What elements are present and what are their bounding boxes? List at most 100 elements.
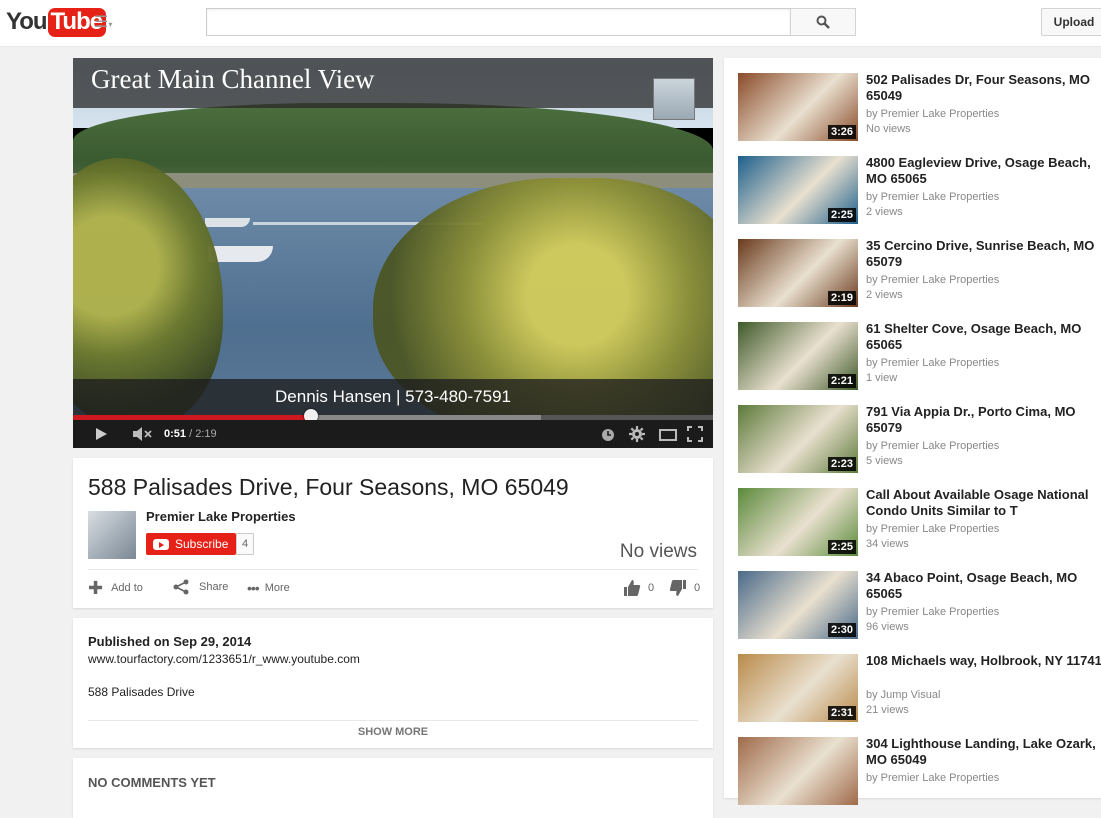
add-to-label: Add to	[111, 582, 143, 594]
related-video-channel: by Premier Lake Properties	[866, 191, 1000, 203]
related-video-thumbnail[interactable]: 2:25	[738, 156, 858, 224]
video-duration: 3:26	[827, 125, 856, 139]
video-boat	[205, 218, 250, 227]
related-video-channel: by Premier Lake Properties	[866, 523, 1000, 535]
related-video-item[interactable]: 2:23 791 Via Appia Dr., Porto Cima, MO 65…	[738, 404, 1101, 475]
related-video-item[interactable]: 2:19 35 Cercino Drive, Sunrise Beach, MO …	[738, 238, 1101, 309]
share-button[interactable]: Share	[173, 579, 228, 595]
related-video-views: 96 views	[866, 621, 909, 633]
play-icon[interactable]	[93, 426, 109, 442]
search-button[interactable]	[790, 8, 856, 36]
search-input[interactable]	[206, 8, 791, 36]
youtube-logo[interactable]: You Tube	[6, 7, 107, 37]
related-video-views: 2 views	[866, 206, 903, 218]
video-duration: 2:25	[827, 208, 856, 222]
add-to-button[interactable]: ✚ Add to	[88, 579, 143, 597]
overlay-title: Great Main Channel View	[91, 64, 375, 94]
theater-mode-icon[interactable]	[659, 427, 677, 443]
related-video-title[interactable]: 791 Via Appia Dr., Porto Cima, MO 65079	[866, 404, 1101, 436]
thumbs-down-icon	[669, 580, 686, 596]
related-video-channel: by Premier Lake Properties	[866, 606, 1000, 618]
channel-watermark[interactable]	[653, 78, 695, 120]
related-video-thumbnail[interactable]	[738, 737, 858, 805]
caption-bar: Dennis Hansen | 573-480-7591	[73, 379, 713, 415]
fullscreen-icon[interactable]	[687, 426, 703, 442]
like-count: 0	[648, 582, 655, 594]
related-video-thumbnail[interactable]: 2:21	[738, 322, 858, 390]
comments-card: NO COMMENTS YET	[73, 758, 713, 818]
related-video-views: 34 views	[866, 538, 909, 550]
description-link[interactable]: www.tourfactory.com/1233651/r_www.youtub…	[88, 652, 360, 666]
share-icon	[173, 579, 189, 595]
video-duration: 2:21	[827, 374, 856, 388]
subscribe-button[interactable]: Subscribe	[146, 533, 237, 555]
related-video-title[interactable]: 304 Lighthouse Landing, Lake Ozark, MO 6…	[866, 736, 1101, 768]
masthead: You Tube ☰▾ Upload	[0, 0, 1101, 47]
description-card: Published on Sep 29, 2014 www.tourfactor…	[73, 618, 713, 748]
upload-button[interactable]: Upload	[1041, 8, 1101, 36]
related-video-thumbnail[interactable]: 2:31	[738, 654, 858, 722]
related-video-channel: by Premier Lake Properties	[866, 357, 1000, 369]
related-video-item[interactable]: 2:30 34 Abaco Point, Osage Beach, MO 6506…	[738, 570, 1101, 641]
thumbs-up-icon	[624, 580, 641, 596]
related-video-thumbnail[interactable]: 2:23	[738, 405, 858, 473]
related-video-item[interactable]: 2:25 4800 Eagleview Drive, Osage Beach, M…	[738, 155, 1101, 226]
duration: / 2:19	[189, 428, 217, 440]
related-video-item[interactable]: 2:31 108 Michaels way, Holbrook, NY 11741…	[738, 653, 1101, 724]
video-title: 588 Palisades Drive, Four Seasons, MO 65…	[88, 474, 569, 500]
related-videos-sidebar: 3:26 502 Palisades Dr, Four Seasons, MO 6…	[724, 58, 1101, 805]
related-video-thumbnail[interactable]: 2:30	[738, 571, 858, 639]
video-duration: 2:23	[827, 457, 856, 471]
logo-you: You	[6, 8, 48, 35]
related-video-views: 2 views	[866, 289, 903, 301]
description-text: 588 Palisades Drive	[88, 685, 195, 699]
show-more-button[interactable]: SHOW MORE	[73, 726, 713, 738]
current-time: 0:51	[164, 428, 187, 440]
channel-name[interactable]: Premier Lake Properties	[146, 509, 296, 524]
settings-gear-icon[interactable]	[629, 426, 645, 442]
related-video-channel: by Jump Visual	[866, 689, 941, 701]
related-video-title[interactable]: 35 Cercino Drive, Sunrise Beach, MO 6507…	[866, 238, 1101, 270]
video-duration: 2:30	[827, 623, 856, 637]
related-video-thumbnail[interactable]: 3:26	[738, 73, 858, 141]
more-button[interactable]: ••• More	[247, 579, 290, 597]
guide-menu-icon[interactable]: ☰▾	[94, 15, 120, 31]
watch-later-icon[interactable]	[601, 427, 615, 443]
related-video-channel: by Premier Lake Properties	[866, 108, 1000, 120]
view-count: No views	[619, 541, 697, 562]
related-video-title[interactable]: 502 Palisades Dr, Four Seasons, MO 65049	[866, 72, 1101, 104]
mute-icon[interactable]	[131, 426, 153, 442]
divider	[88, 720, 698, 721]
related-video-item[interactable]: 2:21 61 Shelter Cove, Osage Beach, MO 650…	[738, 321, 1101, 392]
related-video-title[interactable]: 4800 Eagleview Drive, Osage Beach, MO 65…	[866, 155, 1101, 187]
player-controls: 0:51 / 2:19	[73, 420, 713, 448]
related-video-views: 21 views	[866, 704, 909, 716]
dislike-count: 0	[694, 582, 701, 594]
related-video-title[interactable]: Call About Available Osage National Cond…	[866, 487, 1101, 519]
related-video-item[interactable]: 304 Lighthouse Landing, Lake Ozark, MO 6…	[738, 736, 1101, 807]
video-duration: 2:25	[827, 540, 856, 554]
related-video-title[interactable]: 108 Michaels way, Holbrook, NY 11741	[866, 653, 1101, 669]
related-video-title[interactable]: 34 Abaco Point, Osage Beach, MO 65065	[866, 570, 1101, 602]
video-frame[interactable]: Great Main Channel View Dennis Hansen | …	[73, 58, 713, 418]
video-player[interactable]: Great Main Channel View Dennis Hansen | …	[73, 58, 713, 448]
more-label: More	[264, 582, 290, 594]
related-video-channel: by Premier Lake Properties	[866, 274, 1000, 286]
related-video-thumbnail[interactable]: 2:25	[738, 488, 858, 556]
related-video-item[interactable]: 3:26 502 Palisades Dr, Four Seasons, MO 6…	[738, 72, 1101, 143]
plus-icon: ✚	[88, 578, 104, 598]
dislike-button[interactable]: 0	[669, 579, 700, 597]
more-dots-icon: •••	[247, 580, 260, 596]
related-video-thumbnail[interactable]: 2:19	[738, 239, 858, 307]
related-video-item[interactable]: 2:25 Call About Available Osage National …	[738, 487, 1101, 558]
overlay-title-banner: Great Main Channel View	[73, 58, 713, 108]
related-video-title[interactable]: 61 Shelter Cove, Osage Beach, MO 65065	[866, 321, 1101, 353]
like-button[interactable]: 0	[623, 579, 654, 597]
channel-avatar[interactable]	[88, 511, 136, 559]
time-display: 0:51 / 2:19	[164, 428, 217, 440]
share-label: Share	[199, 581, 229, 593]
divider	[88, 569, 698, 570]
search-icon	[816, 15, 830, 29]
video-info-card: 588 Palisades Drive, Four Seasons, MO 65…	[73, 458, 713, 608]
related-video-channel: by Premier Lake Properties	[866, 772, 1000, 784]
